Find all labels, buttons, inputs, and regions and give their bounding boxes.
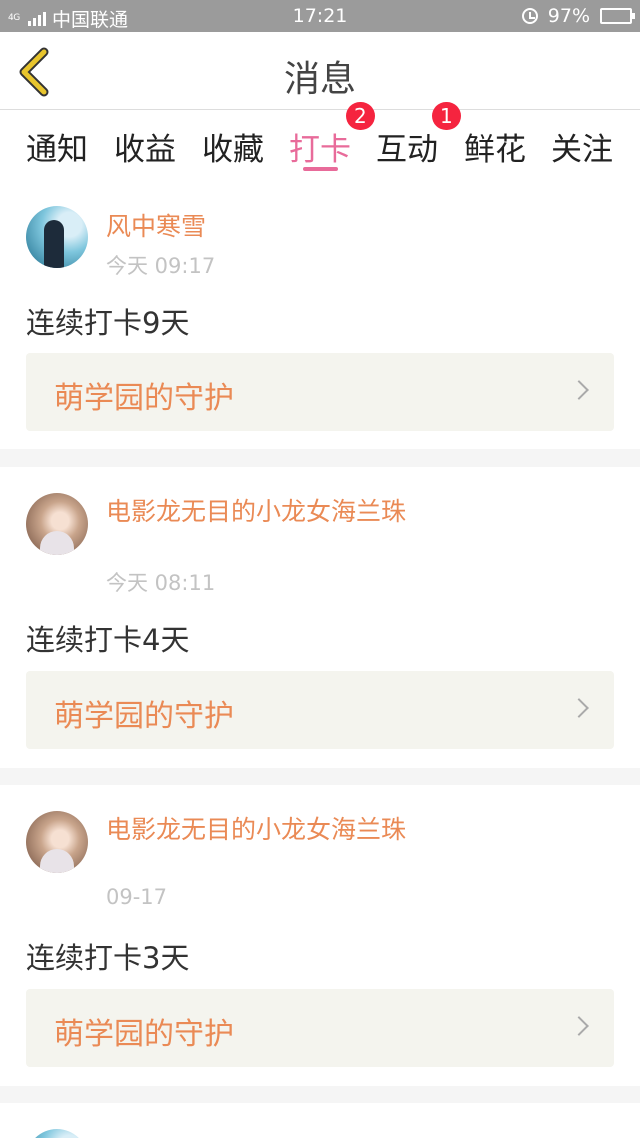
guard-label: 萌学园的守护 [54, 381, 234, 416]
avatar[interactable] [26, 206, 88, 268]
username[interactable]: 风中寒雪 [106, 210, 406, 243]
tab-notifications[interactable]: 通知 [26, 124, 88, 169]
timestamp: 09-17 [106, 885, 168, 909]
chevron-right-icon [569, 1016, 589, 1036]
tab-interactions[interactable]: 互动 [376, 124, 438, 169]
username[interactable]: 电影龙无目的小龙女海兰珠 [106, 813, 406, 846]
checkin-message: 连续打卡4天 [26, 623, 190, 657]
battery-percent: 97% [547, 5, 590, 27]
tab-following[interactable]: 关注 [551, 124, 613, 169]
interactions-badge: 1 [432, 102, 461, 130]
timestamp: 今天 09:17 [106, 254, 216, 278]
avatar[interactable] [26, 811, 88, 873]
chevron-right-icon [569, 698, 589, 718]
guard-link[interactable]: 萌学园的守护 [26, 989, 614, 1067]
feed-card: 风中寒雪 今天 09:17 连续打卡9天 萌学园的守护 [0, 182, 640, 449]
active-tab-indicator [303, 167, 338, 171]
guard-link[interactable]: 萌学园的守护 [26, 353, 614, 431]
guard-label: 萌学园的守护 [54, 699, 234, 734]
tab-checkin[interactable]: 打卡 [289, 124, 351, 169]
tab-favorites[interactable]: 收藏 [202, 124, 264, 169]
alarm-icon [521, 8, 538, 24]
avatar[interactable] [26, 1129, 88, 1138]
avatar[interactable] [26, 493, 88, 555]
status-bar: 4G 中国联通 17:21 97% [0, 0, 640, 32]
guard-label: 萌学园的守护 [54, 1017, 234, 1052]
checkin-message: 连续打卡3天 [26, 941, 190, 975]
page-title: 消息 [283, 59, 356, 100]
feed-card: 电影龙无目的小龙女海兰珠 今天 08:11 连续打卡4天 萌学园的守护 [0, 467, 640, 768]
feed-card: 电影龙无目的小龙女海兰珠 09-17 连续打卡3天 萌学园的守护 [0, 785, 640, 1086]
tab-earnings[interactable]: 收益 [114, 124, 176, 169]
tab-flowers[interactable]: 鲜花 [464, 124, 526, 169]
tab-bar: 通知 收益 收藏 打卡 互动 鲜花 关注 2 1 [0, 102, 640, 182]
guard-link[interactable]: 萌学园的守护 [26, 671, 614, 749]
username[interactable]: 电影龙无目的小龙女海兰珠 [106, 495, 406, 528]
battery-icon [600, 8, 635, 24]
checkin-badge: 2 [346, 102, 375, 130]
chevron-right-icon [569, 380, 589, 400]
nav-header: 消息 [0, 32, 640, 110]
feed-card [0, 1103, 640, 1138]
timestamp: 今天 08:11 [106, 571, 216, 595]
checkin-message: 连续打卡9天 [26, 306, 190, 340]
